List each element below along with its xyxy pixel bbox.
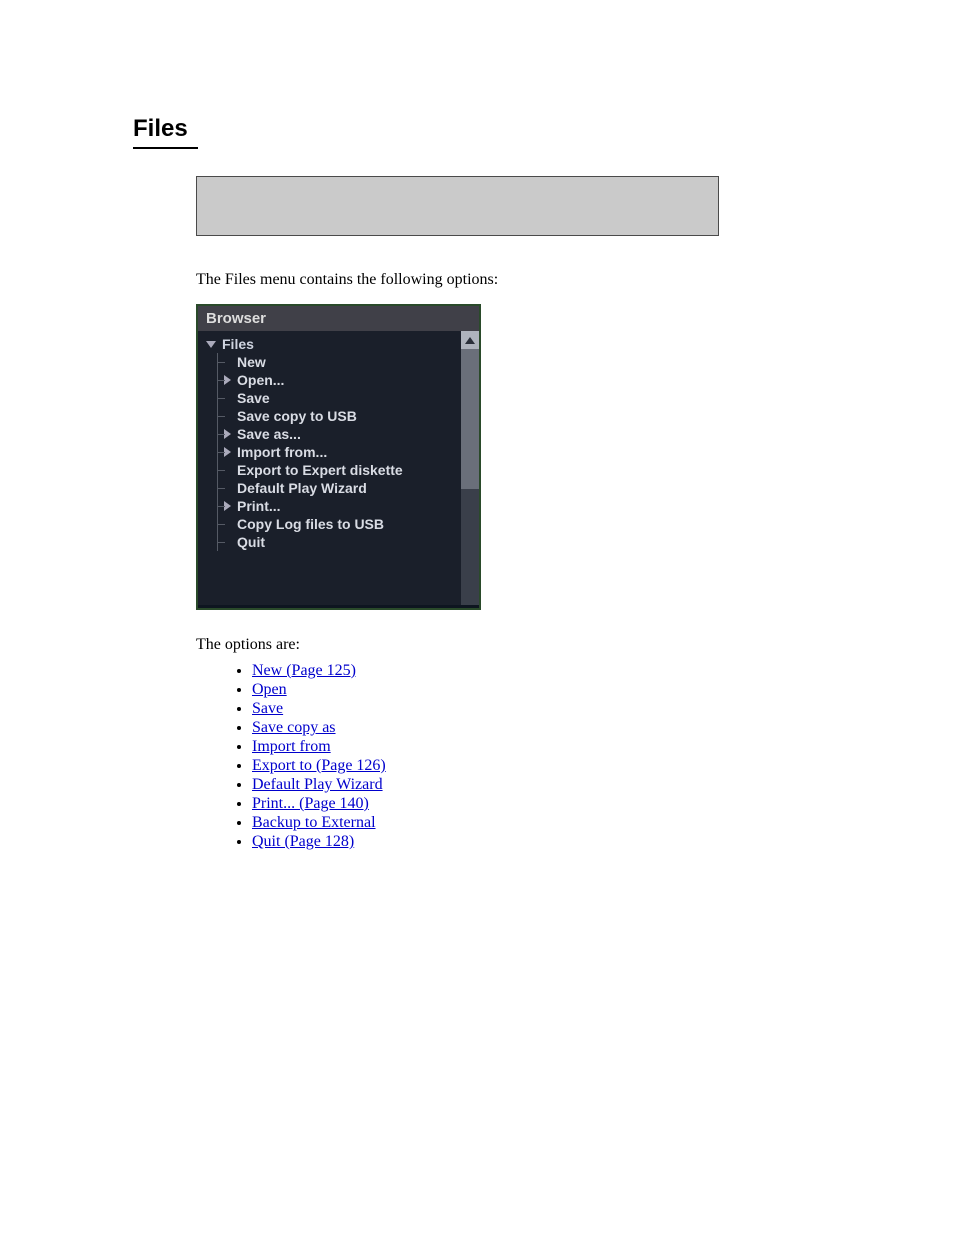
link-default-play-wizard[interactable]: Default Play Wizard <box>252 776 383 793</box>
chevron-right-icon <box>224 447 231 457</box>
tree-item-label: Save as... <box>237 426 301 442</box>
tree-children: New Open... Save Save copy to USB <box>217 353 461 551</box>
list-item: Export to (Page 126) <box>252 757 386 775</box>
triangle-up-icon <box>465 337 475 344</box>
list-intro: The options are: <box>196 636 300 654</box>
list-item: Open <box>252 681 386 699</box>
tree-item-label: Save copy to USB <box>237 408 357 424</box>
heading-underline <box>133 147 198 149</box>
chevron-right-icon <box>224 429 231 439</box>
tree-item-copy-log-usb[interactable]: Copy Log files to USB <box>218 515 461 533</box>
list-item: Save <box>252 700 386 718</box>
chevron-right-icon <box>224 501 231 511</box>
lead-text: The Files menu contains the following op… <box>196 271 498 289</box>
file-tree: Files New Open... Save <box>198 331 461 605</box>
browser-title: Browser <box>198 306 479 331</box>
tree-item-save-copy-usb[interactable]: Save copy to USB <box>218 407 461 425</box>
link-import-from[interactable]: Import from <box>252 738 331 755</box>
list-item: Default Play Wizard <box>252 776 386 794</box>
chevron-down-icon <box>206 341 216 348</box>
tree-item-label: Copy Log files to USB <box>237 516 384 532</box>
list-item: New (Page 125) <box>252 662 386 680</box>
tree-item-label: Export to Expert diskette <box>237 462 403 478</box>
tree-root-files[interactable]: Files <box>206 335 461 353</box>
link-backup-external[interactable]: Backup to External <box>252 814 376 831</box>
tree-item-label: Open... <box>237 372 284 388</box>
link-save-copy-as[interactable]: Save copy as <box>252 719 336 736</box>
chevron-right-icon <box>224 375 231 385</box>
scroll-thumb[interactable] <box>461 349 479 489</box>
note-box <box>196 176 719 236</box>
scrollbar[interactable] <box>461 331 479 605</box>
tree-item-import-from[interactable]: Import from... <box>218 443 461 461</box>
tree-item-label: Default Play Wizard <box>237 480 367 496</box>
tree-item-label: Print... <box>237 498 281 514</box>
browser-body: Files New Open... Save <box>198 331 479 605</box>
list-item: Print... (Page 140) <box>252 795 386 813</box>
scroll-track[interactable] <box>461 349 479 605</box>
link-new[interactable]: New (Page 125) <box>252 662 356 679</box>
link-print[interactable]: Print... (Page 140) <box>252 795 369 812</box>
tree-root-label: Files <box>222 336 254 352</box>
list-item: Quit (Page 128) <box>252 833 386 851</box>
tree-item-label: Quit <box>237 534 265 550</box>
tree-item-new[interactable]: New <box>218 353 461 371</box>
tree-item-quit[interactable]: Quit <box>218 533 461 551</box>
scroll-up-button[interactable] <box>461 331 479 349</box>
tree-item-save-as[interactable]: Save as... <box>218 425 461 443</box>
link-save[interactable]: Save <box>252 700 283 717</box>
options-list: New (Page 125) Open Save Save copy as Im… <box>236 662 386 852</box>
list-item: Save copy as <box>252 719 386 737</box>
page-heading: Files <box>133 115 188 143</box>
list-item: Import from <box>252 738 386 756</box>
tree-item-export-expert[interactable]: Export to Expert diskette <box>218 461 461 479</box>
tree-item-label: New <box>237 354 266 370</box>
link-export-to[interactable]: Export to (Page 126) <box>252 757 386 774</box>
list-item: Backup to External <box>252 814 386 832</box>
link-open[interactable]: Open <box>252 681 287 698</box>
browser-screenshot: Browser Files New Open... <box>196 304 481 610</box>
tree-item-label: Import from... <box>237 444 327 460</box>
tree-item-save[interactable]: Save <box>218 389 461 407</box>
tree-item-label: Save <box>237 390 270 406</box>
tree-item-open[interactable]: Open... <box>218 371 461 389</box>
tree-item-print[interactable]: Print... <box>218 497 461 515</box>
link-quit[interactable]: Quit (Page 128) <box>252 833 354 850</box>
tree-item-default-play-wizard[interactable]: Default Play Wizard <box>218 479 461 497</box>
